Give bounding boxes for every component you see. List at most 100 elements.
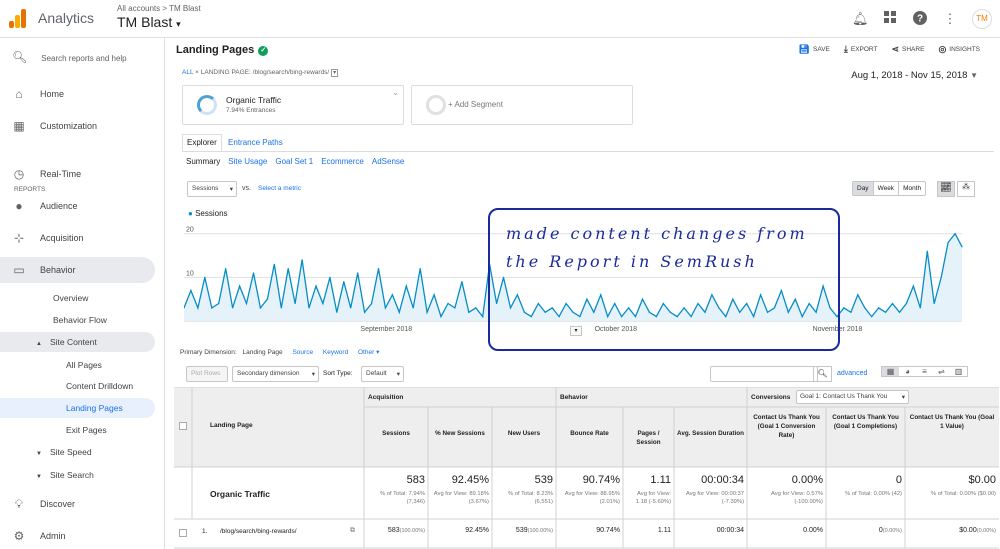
sidebar-sub-exit-pages[interactable]: Exit Pages: [66, 420, 107, 440]
sidebar-item-audience[interactable]: ● Audience: [0, 193, 165, 219]
share-button[interactable]: ⋖ SHARE: [891, 44, 924, 55]
metric-selector[interactable]: Sessions ▾: [187, 181, 237, 197]
goal-selector[interactable]: Goal 1: Contact Us Thank You ▾: [796, 390, 909, 404]
sidebar-sub-site-content[interactable]: ▲ Site Content: [0, 332, 155, 352]
dimension-source[interactable]: Source: [292, 349, 313, 356]
help-icon[interactable]: ?: [912, 11, 928, 27]
data-point: [961, 246, 963, 248]
account-selector[interactable]: TM Blast ▾: [117, 14, 181, 30]
sidebar-item-customization[interactable]: ▦ Customization: [0, 113, 165, 139]
sidebar-item-behavior[interactable]: ▭ Behavior: [0, 257, 155, 283]
granularity-week[interactable]: Week: [872, 182, 899, 195]
sidebar-item-realtime[interactable]: ◷ Real-Time: [0, 161, 165, 187]
chevron-down-icon: ⌄: [392, 88, 399, 97]
col-landing-page[interactable]: Landing Page: [210, 422, 253, 429]
tab-explorer[interactable]: Explorer: [182, 134, 222, 152]
select-all-checkbox[interactable]: [179, 422, 187, 430]
dimension-keyword[interactable]: Keyword: [323, 349, 348, 356]
secondary-dimension-dropdown[interactable]: Secondary dimension ▾: [232, 366, 319, 382]
granularity-month[interactable]: Month: [898, 182, 925, 195]
dimension-other[interactable]: Other ▾: [358, 349, 379, 356]
row-landing-page-link[interactable]: /blog/search/bing-rewards/: [220, 528, 297, 535]
granularity-toggle: Day Week Month: [852, 181, 927, 196]
subtab-ecommerce[interactable]: Ecommerce: [321, 157, 364, 166]
total-subtext: Avg for View: 1.18 (-5.69%): [635, 491, 671, 505]
bell-icon[interactable]: 🔔︎: [852, 11, 869, 27]
chevron-down-icon: ▼: [970, 71, 978, 80]
data-point: [482, 316, 484, 318]
save-button[interactable]: 💾︎ SAVE: [799, 44, 830, 55]
sidebar-sub-site-search[interactable]: ▼ Site Search: [36, 465, 94, 485]
pie-chart-icon[interactable]: ◕: [899, 367, 916, 376]
more-vert-icon[interactable]: ⋮: [942, 11, 958, 27]
date-range-picker[interactable]: Aug 1, 2018 - Nov 15, 2018 ▼: [851, 70, 978, 81]
data-point: [433, 294, 435, 296]
column-header[interactable]: Contact Us Thank You (Goal 1 Conversion …: [750, 413, 823, 440]
total-subtext: Avg for View: 88.95% (2.01%): [564, 491, 620, 505]
column-header[interactable]: Contact Us Thank You (Goal 1 Completions…: [829, 413, 902, 431]
breadcrumb[interactable]: All accounts > TM Blast: [117, 4, 201, 13]
customization-icon: ▦: [13, 119, 25, 133]
sidebar-item-home[interactable]: ⌂ Home: [0, 81, 165, 107]
add-segment-label: + Add Segment: [448, 100, 503, 109]
sort-type-dropdown[interactable]: Default ▾: [361, 366, 404, 382]
column-header[interactable]: % New Sessions: [431, 429, 489, 438]
sidebar-sub-overview[interactable]: Overview: [53, 288, 88, 308]
line-chart-icon[interactable]: 📈︎: [937, 181, 955, 197]
analytics-logo[interactable]: [9, 8, 27, 28]
sidebar-sub-all-pages[interactable]: All Pages: [66, 355, 102, 375]
table-search-input[interactable]: [710, 366, 818, 382]
subtab-site-usage[interactable]: Site Usage: [228, 157, 267, 166]
data-table-icon[interactable]: ▦: [882, 367, 899, 376]
subtab-summary[interactable]: Summary: [186, 157, 220, 166]
column-header[interactable]: New Users: [495, 429, 553, 438]
data-point: [850, 311, 852, 313]
search-icon[interactable]: 🔍︎: [813, 366, 832, 382]
apps-grid-icon[interactable]: [882, 11, 898, 27]
open-page-icon[interactable]: ⧉: [350, 527, 355, 535]
avatar[interactable]: TM: [972, 9, 992, 29]
sidebar-search[interactable]: 🔍︎ Search reports and help: [12, 50, 127, 64]
segment-sub: 7.94% Entrances: [226, 107, 276, 114]
export-button[interactable]: ⤓ EXPORT: [844, 44, 878, 55]
column-header[interactable]: Contact Us Thank You (Goal 1 Value): [908, 413, 996, 431]
data-point: [878, 307, 880, 309]
sidebar-item-acquisition[interactable]: ⊹ Acquisition: [0, 225, 165, 251]
tab-entrance-paths[interactable]: Entrance Paths: [224, 135, 287, 150]
sidebar-sub-behavior-flow[interactable]: Behavior Flow: [53, 310, 107, 330]
data-point: [468, 311, 470, 313]
expand-icon: ▲: [36, 341, 42, 347]
vs-label: vs.: [242, 185, 251, 192]
data-point: [322, 302, 324, 305]
column-header[interactable]: Bounce Rate: [559, 429, 620, 438]
row-cell: 1.11: [657, 527, 671, 534]
performance-icon[interactable]: ≡: [916, 367, 933, 376]
dimension-landing-page[interactable]: Landing Page: [243, 349, 283, 356]
column-header[interactable]: Avg. Session Duration: [677, 429, 744, 438]
segment-organic-traffic[interactable]: Organic Traffic 7.94% Entrances ⌄: [182, 85, 404, 125]
comparison-icon[interactable]: ⇌: [933, 367, 950, 376]
granularity-day[interactable]: Day: [853, 182, 873, 195]
row-cell: 00:00:34: [716, 527, 744, 534]
column-header[interactable]: Sessions: [367, 429, 425, 438]
sidebar-item-discover[interactable]: 💡︎ Discover: [0, 491, 165, 517]
group-conversions: Conversions: [751, 394, 791, 401]
add-segment[interactable]: + Add Segment: [411, 85, 633, 125]
sidebar-sub-content-drilldown[interactable]: Content Drilldown: [66, 376, 133, 396]
subtab-goal-set-1[interactable]: Goal Set 1: [275, 157, 313, 166]
select-metric-link[interactable]: Select a metric: [258, 185, 301, 192]
column-header[interactable]: Pages / Session: [626, 429, 671, 447]
row-checkbox[interactable]: [179, 529, 187, 537]
insights-button[interactable]: ◎ INSIGHTS: [938, 44, 980, 55]
group-acquisition: Acquisition: [368, 394, 404, 401]
plot-rows-button[interactable]: Plot Rows: [186, 366, 228, 382]
filter-dropdown[interactable]: ▾: [331, 69, 339, 77]
pivot-icon[interactable]: ▥: [950, 367, 967, 376]
sidebar-item-admin[interactable]: ⚙ Admin: [0, 523, 165, 549]
sidebar-sub-landing-pages[interactable]: Landing Pages: [0, 398, 155, 418]
sidebar-sub-site-speed[interactable]: ▼ Site Speed: [36, 442, 92, 462]
advanced-link[interactable]: advanced: [837, 370, 867, 377]
motion-chart-icon[interactable]: ⁂: [957, 181, 975, 197]
subtab-adsense[interactable]: AdSense: [372, 157, 404, 166]
filter-all-link[interactable]: ALL: [182, 69, 193, 76]
